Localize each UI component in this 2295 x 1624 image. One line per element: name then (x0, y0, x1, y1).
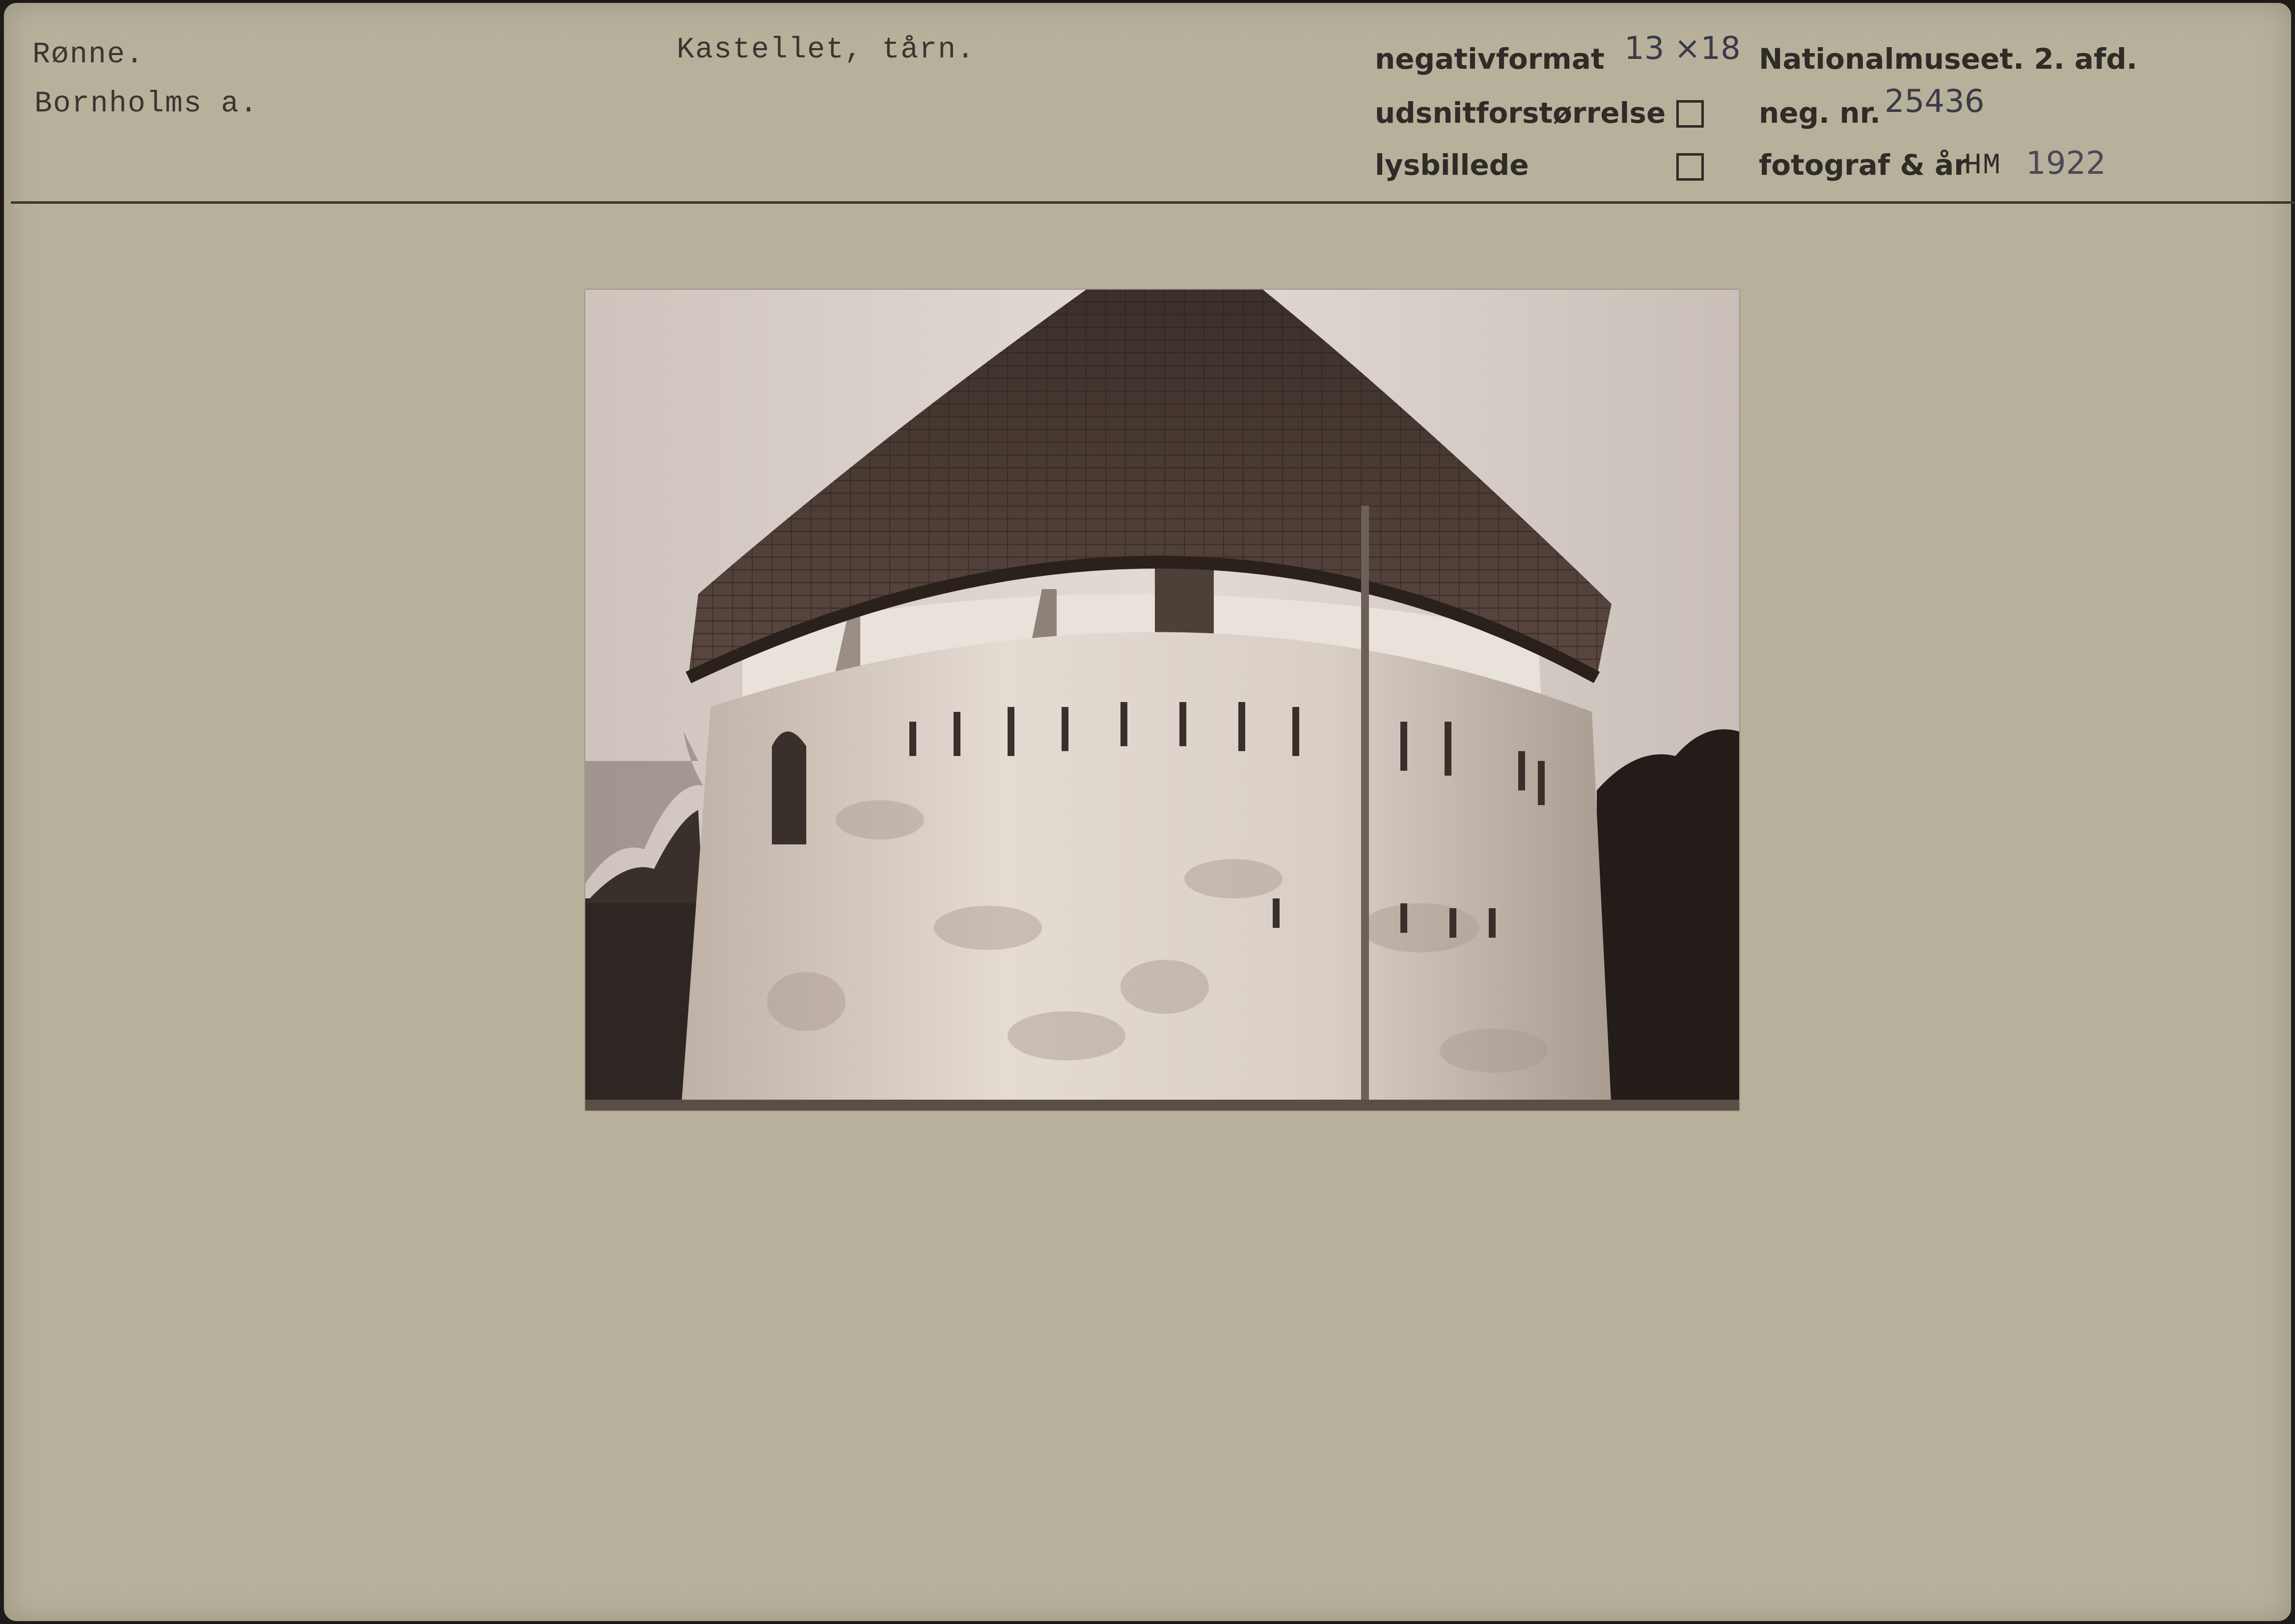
negnr-label: neg. nr. (1759, 96, 1881, 130)
header-divider (11, 201, 2295, 204)
county-text: Bornholms a. (34, 87, 259, 121)
subject-text: Kastellet, tårn. (677, 33, 976, 67)
museum-label: Nationalmuseet. 2. afd. (1759, 42, 2137, 76)
udsnit-label: udsnitforstørrelse (1375, 96, 1666, 130)
place-text: Rønne. (32, 38, 145, 72)
format-value: 13 ×18 (1624, 30, 1741, 67)
tower-photograph (585, 290, 1739, 1110)
year-value: 1922 (2026, 145, 2106, 182)
negativformat-label: negativformat (1375, 42, 1605, 76)
lysbillede-label: lysbillede (1375, 148, 1529, 182)
udsnit-checkbox[interactable] (1676, 100, 1704, 128)
fotograf-label: fotograf & år (1759, 148, 1968, 182)
tower-photo-image (585, 290, 1739, 1110)
negnr-value: 25436 (1885, 83, 1985, 120)
photographer-value: HM (1964, 149, 2002, 183)
lysbillede-checkbox[interactable] (1676, 153, 1704, 181)
